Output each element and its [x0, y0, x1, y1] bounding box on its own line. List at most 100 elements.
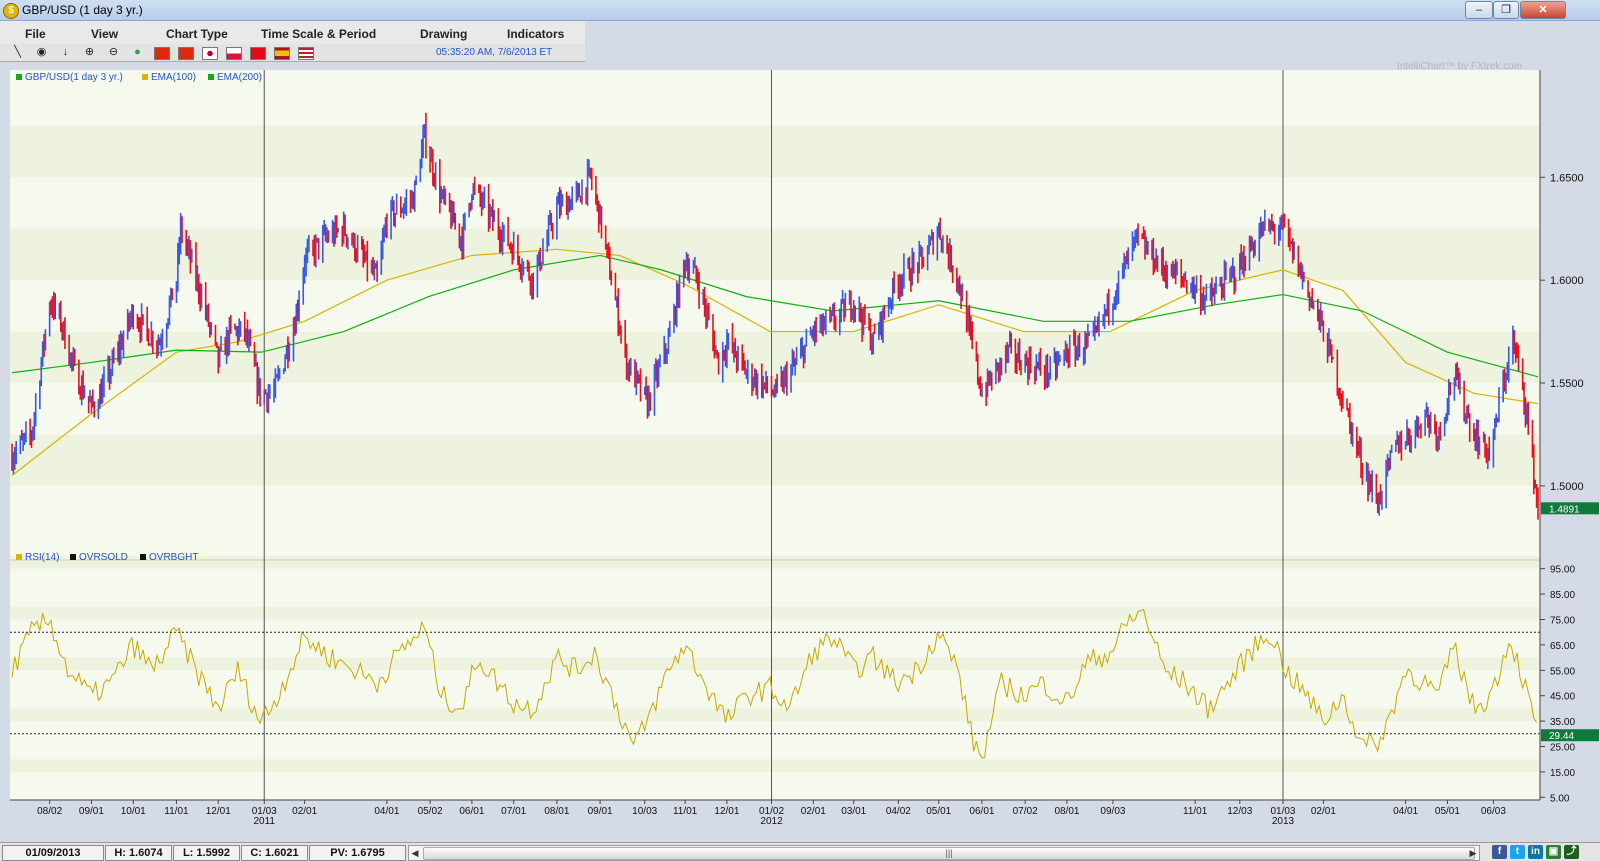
price-legend-swatch	[208, 74, 214, 80]
poland-flag-icon[interactable]	[226, 47, 242, 60]
x-tick-label: 09/01	[79, 806, 104, 817]
x-tick-label: 08/01	[1054, 806, 1079, 817]
zoom-in-icon[interactable]: ⊕	[83, 46, 96, 59]
line-tool-icon[interactable]: ╲	[11, 46, 24, 59]
x-tick-label: 04/02	[886, 806, 911, 817]
x-tick-label: 10/01	[121, 806, 146, 817]
price-band	[10, 125, 1540, 178]
price-y-tick-label: 1.5000	[1550, 481, 1584, 493]
window-titlebar: $ GBP/USD (1 day 3 yr.) – ❐ ✕	[0, 0, 1600, 21]
last-rsi-tag: 29.44	[1549, 731, 1574, 742]
chart-area[interactable]: 1.6500 1.6000 1.5500 1.5000 95.00 85.00 75.00 6…	[0, 70, 1600, 842]
x-tick-label: 09/01	[588, 806, 613, 817]
rsi-y-tick-label: 95.00	[1550, 565, 1575, 576]
price-legend-swatch	[16, 74, 22, 80]
scroll-left-arrow[interactable]: ◀	[409, 846, 421, 860]
price-y-tick-label: 1.6500	[1550, 172, 1584, 184]
menu-indicators[interactable]: Indicators	[507, 27, 564, 41]
export-icon[interactable]: ⤴	[1564, 845, 1579, 859]
price-band	[10, 434, 1540, 486]
price-y-tick-label: 1.6000	[1550, 275, 1584, 287]
china-flag-icon[interactable]	[154, 47, 170, 60]
restore-button[interactable]: ❐	[1493, 1, 1519, 19]
x-tick-label: 05/01	[1435, 806, 1460, 817]
scroll-thumb[interactable]: |||	[423, 847, 1475, 860]
menu-file[interactable]: File	[25, 27, 46, 41]
rsi-legend-label: OVRBGHT	[149, 552, 198, 563]
x-tick-label: 09/03	[1100, 806, 1125, 817]
minimize-button[interactable]: –	[1465, 1, 1493, 19]
price-band	[10, 228, 1540, 281]
x-tick-label: 10/03	[632, 806, 657, 817]
x-tick-label: 08/02	[37, 806, 62, 817]
facebook-icon[interactable]: f	[1492, 845, 1507, 859]
x-year-label: 2013	[1272, 816, 1295, 827]
turkey-flag-icon[interactable]	[250, 47, 266, 60]
x-tick-label: 11/01	[673, 806, 698, 817]
price-legend-label: EMA(200)	[217, 72, 262, 83]
down-arrow-icon[interactable]: ↓	[59, 46, 72, 59]
price-legend-label: EMA(100)	[151, 72, 196, 83]
chart-scrollbar[interactable]: ◀ ||| ▶	[408, 845, 1480, 861]
status-pv: PV: 1.6795	[309, 845, 406, 861]
x-tick-label: 08/01	[544, 806, 569, 817]
x-tick-label: 02/01	[1311, 806, 1336, 817]
x-year-label: 2011	[253, 816, 275, 827]
x-tick-label: 11/01	[164, 806, 189, 817]
price-legend-swatch	[142, 74, 148, 80]
hong-kong-flag-icon[interactable]	[178, 47, 194, 60]
target-icon[interactable]: ◉	[35, 46, 48, 59]
price-y-tick-label: 1.5500	[1550, 378, 1584, 390]
status-date: 01/09/2013	[2, 845, 104, 861]
linkedin-icon[interactable]: in	[1528, 845, 1543, 859]
last-price-tag: 1.4891	[1549, 504, 1580, 515]
x-tick-label: 02/01	[292, 806, 317, 817]
scroll-right-arrow[interactable]: ▶	[1467, 846, 1479, 860]
rsi-legend-label: OVRSOLD	[79, 552, 128, 563]
status-high: H: 1.6074	[105, 845, 172, 861]
x-tick-label: 02/01	[801, 806, 826, 817]
x-tick-label: 05/02	[418, 806, 443, 817]
x-tick-label: 03/01	[841, 806, 866, 817]
x-tick-label: 07/01	[501, 806, 526, 817]
rsi-legend-swatch	[70, 554, 76, 560]
rsi-y-tick-label: 65.00	[1550, 641, 1575, 652]
x-tick-label: 12/01	[206, 806, 231, 817]
usa-flag-icon[interactable]	[298, 47, 314, 60]
close-button[interactable]: ✕	[1520, 1, 1566, 19]
menu-drawing[interactable]: Drawing	[420, 27, 467, 41]
zoom-out-icon[interactable]: ⊖	[107, 46, 120, 59]
x-tick-label: 06/01	[459, 806, 484, 817]
x-tick-label: 12/03	[1227, 806, 1252, 817]
rsi-y-tick-label: 5.00	[1550, 793, 1570, 804]
rsi-band	[10, 759, 1540, 772]
rsi-band	[10, 606, 1540, 620]
price-legend-label: GBP/USD(1 day 3 yr.)	[25, 72, 123, 83]
rsi-y-tick-label: 25.00	[1550, 743, 1575, 754]
x-tick-label: 06/01	[969, 806, 994, 817]
spain-flag-icon[interactable]	[274, 47, 290, 60]
menu-chart-type[interactable]: Chart Type	[166, 27, 228, 41]
menu-time-scale-period[interactable]: Time Scale & Period	[261, 27, 376, 41]
screenshot-icon[interactable]: ▣	[1546, 845, 1561, 859]
rsi-y-tick-label: 75.00	[1550, 616, 1575, 627]
x-tick-label: 05/01	[926, 806, 951, 817]
x-tick-label: 04/01	[374, 806, 399, 817]
rsi-y-tick-label: 55.00	[1550, 666, 1575, 677]
rsi-band	[10, 657, 1540, 671]
globe-icon[interactable]: ●	[131, 46, 144, 59]
toolbar: ╲ ◉ ↓ ⊕ ⊖ ● 05:35:20 AM, 7/6/2013 ET	[0, 44, 585, 62]
x-tick-label: 06/03	[1481, 806, 1506, 817]
status-close: C: 1.6021	[241, 845, 308, 861]
rsi-y-tick-label: 45.00	[1550, 692, 1575, 703]
rsi-band	[10, 708, 1540, 722]
status-low: L: 1.5992	[173, 845, 240, 861]
x-tick-label: 04/01	[1393, 806, 1418, 817]
fxtrek-app-icon: $	[3, 3, 19, 19]
rsi-y-tick-label: 15.00	[1550, 768, 1575, 779]
japan-flag-icon[interactable]	[202, 47, 218, 60]
rsi-legend-label: RSI(14)	[25, 552, 59, 563]
twitter-icon[interactable]: t	[1510, 845, 1525, 859]
x-tick-label: 07/02	[1013, 806, 1038, 817]
menu-view[interactable]: View	[91, 27, 118, 41]
